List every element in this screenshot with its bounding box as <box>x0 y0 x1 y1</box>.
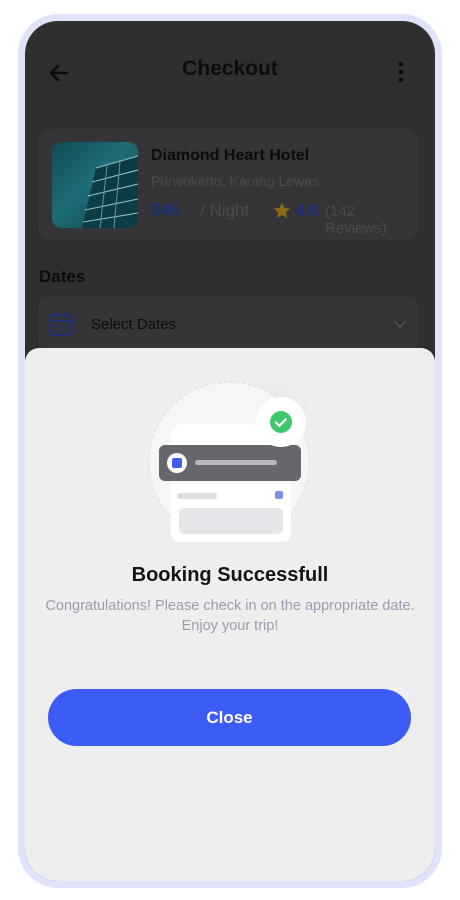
hotel-image <box>52 142 138 228</box>
checkout-screen: Checkout Diamond Heart Hotel Purwokerto,… <box>25 21 435 881</box>
dates-label: Dates <box>39 267 86 286</box>
star-icon <box>272 201 292 221</box>
page-title: Checkout <box>182 57 278 80</box>
hotel-name: Diamond Heart Hotel <box>151 147 310 164</box>
booking-success-illustration <box>133 356 333 544</box>
review-count: (142 Reviews) <box>325 203 387 237</box>
hotel-rating: 4.6 <box>295 201 319 220</box>
success-message: Congratulations! Please check in on the … <box>45 598 415 634</box>
hotel-location: Purwokerto, Karang Lewas <box>151 173 320 189</box>
dates-placeholder: Select Dates <box>91 316 177 333</box>
hotel-price: $46 <box>151 200 180 219</box>
more-vertical-icon[interactable] <box>389 59 413 85</box>
close-button[interactable]: Close <box>48 689 411 746</box>
dates-select[interactable]: Select Dates <box>38 297 419 353</box>
success-title: Booking Successfull <box>131 564 329 586</box>
success-bottom-sheet: Booking Successfull Congratulations! Ple… <box>25 348 435 881</box>
chevron-down-icon <box>391 315 409 333</box>
hotel-card[interactable]: Diamond Heart Hotel Purwokerto, Karang L… <box>38 129 419 241</box>
price-unit: / Night <box>200 201 250 220</box>
calendar-icon <box>48 311 74 337</box>
